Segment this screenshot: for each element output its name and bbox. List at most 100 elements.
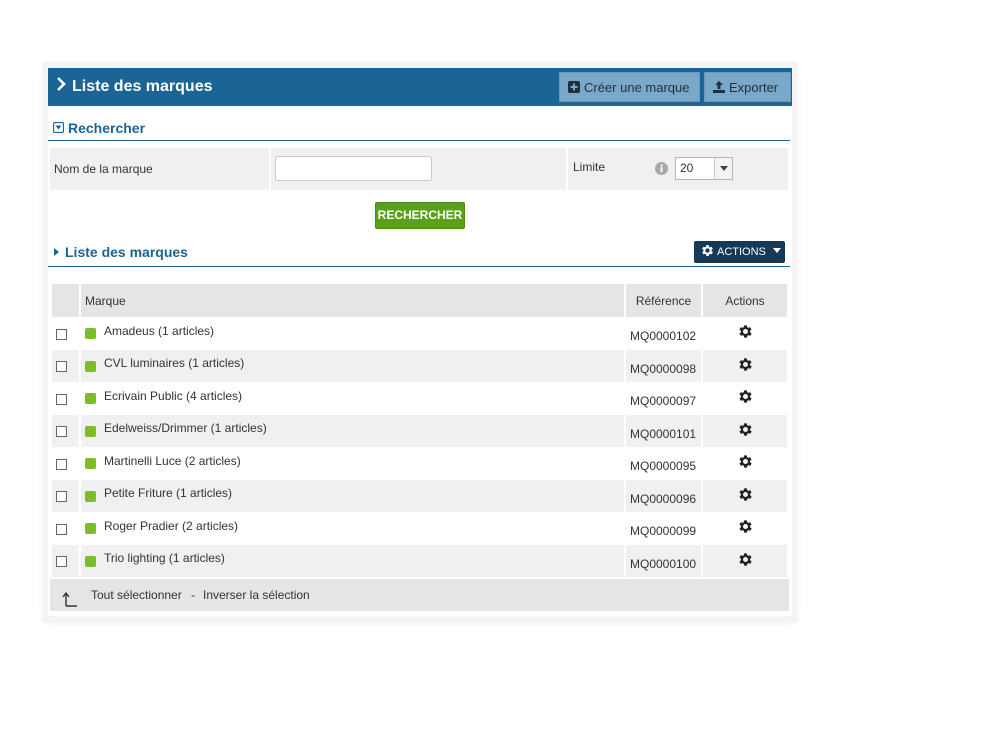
- info-icon[interactable]: [655, 162, 668, 180]
- export-label: Exporter: [729, 80, 779, 95]
- gear-icon[interactable]: [737, 488, 754, 506]
- footer-separator: -: [191, 588, 195, 602]
- row-actions-cell: [703, 382, 787, 415]
- brand-column-header[interactable]: Marque: [81, 284, 624, 317]
- export-button[interactable]: Exporter: [704, 72, 791, 102]
- gear-icon[interactable]: [737, 423, 754, 441]
- brand-cell: Roger Pradier (2 articles): [81, 512, 624, 545]
- collapse-square-icon: [52, 122, 65, 134]
- limit-select[interactable]: 20: [675, 157, 733, 180]
- brand-reference: MQ0000096: [630, 491, 697, 506]
- brand-name-link[interactable]: Amadeus (1 articles): [104, 324, 214, 338]
- table-row: Martinelli Luce (2 articles) MQ0000095: [52, 447, 787, 480]
- gear-icon[interactable]: [737, 390, 754, 408]
- status-dot-icon: [85, 425, 96, 437]
- search-section-toggle[interactable]: Rechercher: [52, 120, 146, 136]
- brand-list-panel: Liste des marques Créer une marque Expor…: [48, 68, 792, 616]
- row-checkbox[interactable]: [56, 361, 67, 373]
- brand-cell: CVL luminaires (1 articles): [81, 349, 624, 382]
- brand-reference: MQ0000099: [630, 524, 697, 539]
- reference-cell: MQ0000098: [626, 349, 701, 382]
- row-select-cell: [52, 414, 79, 447]
- brand-name-link[interactable]: Edelweiss/Drimmer (1 articles): [104, 421, 267, 435]
- gear-icon[interactable]: [737, 325, 754, 343]
- search-button[interactable]: RECHERCHER: [375, 202, 465, 229]
- brand-reference: MQ0000100: [630, 556, 697, 571]
- caret-right-icon: [54, 247, 59, 256]
- row-select-cell: [52, 382, 79, 415]
- page-header: Liste des marques Créer une marque Expor…: [48, 68, 792, 106]
- status-dot-icon: [85, 555, 96, 567]
- row-checkbox[interactable]: [56, 393, 67, 405]
- brand-name-link[interactable]: Ecrivain Public (4 articles): [104, 389, 242, 403]
- brand-cell: Martinelli Luce (2 articles): [81, 447, 624, 480]
- table-row: Edelweiss/Drimmer (1 articles) MQ0000101: [52, 414, 787, 447]
- create-brand-label: Créer une marque: [584, 80, 690, 95]
- row-actions-cell: [703, 544, 787, 577]
- row-checkbox[interactable]: [56, 458, 67, 470]
- brand-cell: Petite Friture (1 articles): [81, 479, 624, 512]
- list-section-toggle[interactable]: Liste des marques: [53, 244, 188, 260]
- row-select-cell: [52, 479, 79, 512]
- brand-cell: Trio lighting (1 articles): [81, 544, 624, 577]
- brand-name-link[interactable]: Petite Friture (1 articles): [104, 486, 232, 500]
- brand-reference: MQ0000097: [630, 394, 697, 409]
- table-row: Roger Pradier (2 articles) MQ0000099: [52, 512, 787, 545]
- reference-cell: MQ0000099: [626, 512, 701, 545]
- caret-down-icon: [772, 248, 781, 254]
- brand-name-input[interactable]: [275, 156, 432, 181]
- row-actions-cell: [703, 349, 787, 382]
- brand-name-link[interactable]: Martinelli Luce (2 articles): [104, 454, 241, 468]
- reference-cell: MQ0000100: [626, 544, 701, 577]
- row-actions-cell: [703, 317, 787, 350]
- list-section-title: Liste des marques: [65, 244, 188, 260]
- brand-reference: MQ0000098: [630, 361, 697, 376]
- row-checkbox[interactable]: [56, 523, 67, 535]
- create-brand-button[interactable]: Créer une marque: [559, 72, 700, 102]
- search-section-title: Rechercher: [68, 120, 146, 136]
- status-dot-icon: [85, 393, 96, 405]
- upload-icon: [713, 81, 725, 94]
- reference-column-header[interactable]: Référence: [626, 284, 701, 317]
- row-actions-cell: [703, 414, 787, 447]
- row-checkbox[interactable]: [56, 556, 67, 568]
- gear-icon[interactable]: [737, 358, 754, 376]
- brand-name-link[interactable]: CVL luminaires (1 articles): [104, 356, 244, 370]
- brand-cell: Edelweiss/Drimmer (1 articles): [81, 414, 624, 447]
- brand-name-link[interactable]: Roger Pradier (2 articles): [104, 519, 238, 533]
- gear-icon[interactable]: [737, 520, 754, 538]
- brand-reference: MQ0000101: [630, 426, 697, 441]
- select-all-link[interactable]: Tout sélectionner: [91, 579, 182, 611]
- reference-cell: MQ0000097: [626, 382, 701, 415]
- table-header-row: Marque Référence Actions: [52, 284, 787, 317]
- table-row: Trio lighting (1 articles) MQ0000100: [52, 544, 787, 577]
- limit-label: Limite: [573, 160, 606, 174]
- row-select-cell: [52, 447, 79, 480]
- actions-dropdown-button[interactable]: ACTIONS: [694, 241, 785, 263]
- status-dot-icon: [85, 458, 96, 470]
- invert-selection-link[interactable]: Inverser la sélection: [203, 579, 310, 611]
- list-divider: [48, 266, 790, 267]
- status-dot-icon: [85, 328, 96, 340]
- gear-icon[interactable]: [737, 455, 754, 473]
- brand-cell: Ecrivain Public (4 articles): [81, 382, 624, 415]
- actions-column-header: Actions: [703, 284, 787, 317]
- table-footer: Tout sélectionner - Inverser la sélectio…: [50, 579, 789, 611]
- page-title-text: Liste des marques: [72, 78, 213, 96]
- row-checkbox[interactable]: [56, 426, 67, 438]
- table-row: Amadeus (1 articles) MQ0000102: [52, 317, 787, 350]
- gear-icon[interactable]: [737, 553, 754, 571]
- arrow-up-corner-icon: [62, 587, 78, 619]
- row-checkbox[interactable]: [56, 491, 67, 503]
- brand-name-link[interactable]: Trio lighting (1 articles): [104, 551, 225, 565]
- row-actions-cell: [703, 512, 787, 545]
- reference-cell: MQ0000101: [626, 414, 701, 447]
- plus-square-icon: [568, 81, 580, 94]
- chevron-right-icon: [56, 68, 66, 106]
- select-column-header: [52, 284, 79, 317]
- limit-select-value: 20: [680, 161, 694, 175]
- row-checkbox[interactable]: [56, 328, 67, 340]
- actions-label: ACTIONS: [717, 246, 766, 258]
- row-select-cell: [52, 317, 79, 350]
- reference-cell: MQ0000102: [626, 317, 701, 350]
